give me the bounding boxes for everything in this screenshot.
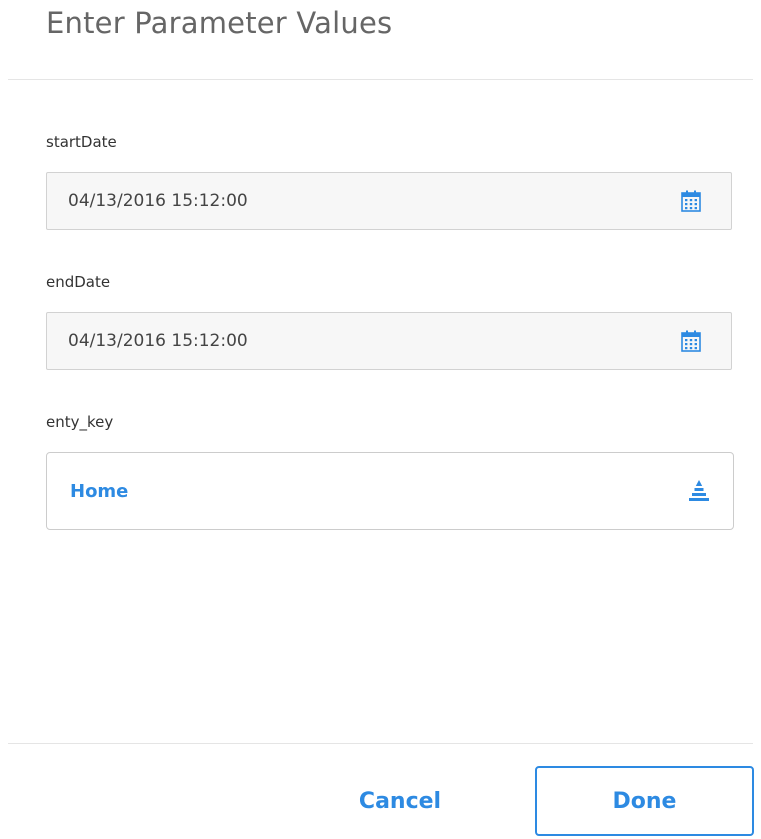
footer-divider: [8, 743, 753, 744]
start-date-value[interactable]: 04/13/2016 15:12:00: [68, 191, 248, 211]
hierarchy-pyramid-icon[interactable]: [687, 479, 711, 503]
end-date-label: endDate: [46, 273, 111, 291]
dialog-title: Enter Parameter Values: [46, 6, 393, 40]
cancel-button[interactable]: Cancel: [330, 766, 470, 836]
enty-key-value[interactable]: Home: [70, 481, 128, 502]
enty-key-label: enty_key: [46, 413, 114, 431]
start-date-field[interactable]: 04/13/2016 15:12:00: [46, 172, 732, 230]
done-button[interactable]: Done: [535, 766, 754, 836]
calendar-icon[interactable]: [681, 330, 701, 352]
enty-key-field[interactable]: Home: [46, 452, 734, 530]
calendar-icon[interactable]: [681, 190, 701, 212]
start-date-label: startDate: [46, 133, 117, 151]
end-date-field[interactable]: 04/13/2016 15:12:00: [46, 312, 732, 370]
end-date-value[interactable]: 04/13/2016 15:12:00: [68, 331, 248, 351]
header-divider: [8, 79, 753, 80]
